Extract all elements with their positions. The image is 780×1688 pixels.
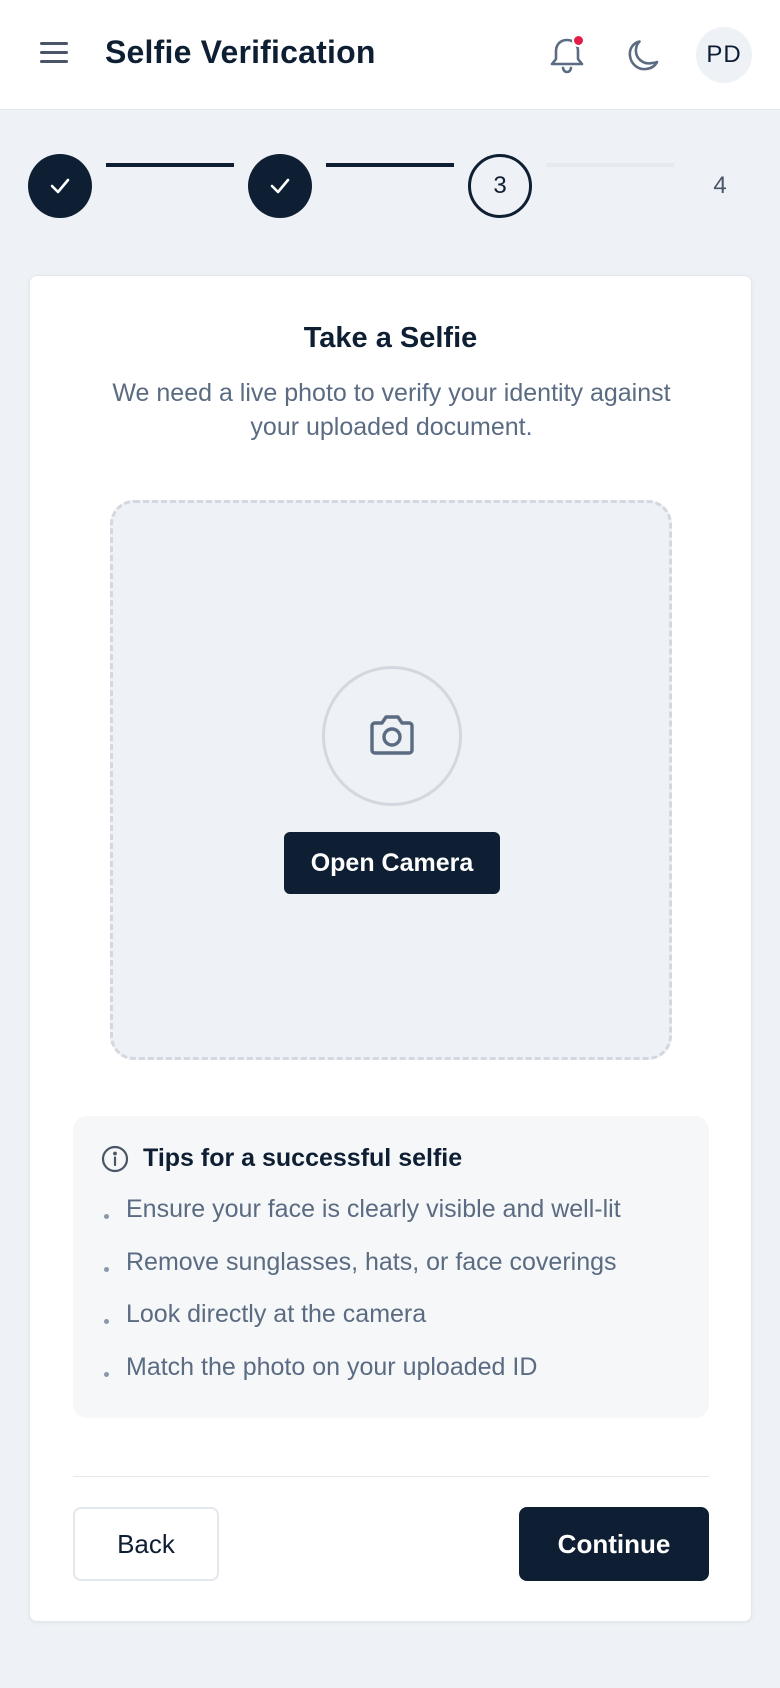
list-item: Remove sunglasses, hats, or face coverin… (101, 1245, 621, 1298)
step-2-completed (248, 154, 312, 218)
step-connector (106, 163, 234, 167)
tips-header: Tips for a successful selfie (101, 1144, 462, 1173)
tips-title: Tips for a successful selfie (143, 1144, 463, 1172)
step-1-completed (28, 154, 92, 218)
tip-text: Match the photo on your uploaded ID (126, 1352, 538, 1381)
menu-icon[interactable] (40, 36, 80, 74)
card-title: Take a Selfie (303, 322, 478, 354)
tip-text: Look directly at the camera (126, 1300, 427, 1328)
app-header: Selfie Verification PD (0, 0, 780, 110)
divider (73, 1476, 709, 1477)
selfie-tips: Tips for a successful selfie Ensure your… (73, 1116, 709, 1418)
card-subtitle: We need a live photo to verify your iden… (112, 379, 671, 441)
step-connector (326, 163, 454, 167)
notification-badge (572, 34, 585, 47)
avatar[interactable]: PD (696, 27, 752, 83)
list-item: Look directly at the camera (101, 1297, 621, 1350)
tip-text: Ensure your face is clearly visible and … (126, 1195, 621, 1223)
step-connector (546, 163, 674, 167)
list-item: Ensure your face is clearly visible and … (101, 1192, 621, 1245)
bell-icon[interactable] (544, 32, 590, 78)
step-4-upcoming: 4 (688, 154, 752, 218)
back-button[interactable]: Back (73, 1507, 219, 1581)
list-item: Match the photo on your uploaded ID (101, 1350, 621, 1403)
selfie-capture-area[interactable]: Open Camera (110, 500, 672, 1060)
check-icon (50, 178, 70, 194)
continue-button[interactable]: Continue (519, 1507, 709, 1581)
step-3-current: 3 (468, 154, 532, 218)
camera-icon (322, 666, 462, 806)
open-camera-button[interactable]: Open Camera (284, 832, 500, 894)
moon-icon[interactable] (622, 32, 668, 78)
tips-list: Ensure your face is clearly visible and … (101, 1192, 621, 1402)
tip-text: Remove sunglasses, hats, or face coverin… (126, 1247, 617, 1276)
selfie-card: Take a Selfie We need a live photo to ve… (29, 275, 752, 1622)
info-icon (101, 1145, 129, 1172)
check-icon (270, 178, 290, 194)
page-title: Selfie Verification (105, 34, 376, 70)
